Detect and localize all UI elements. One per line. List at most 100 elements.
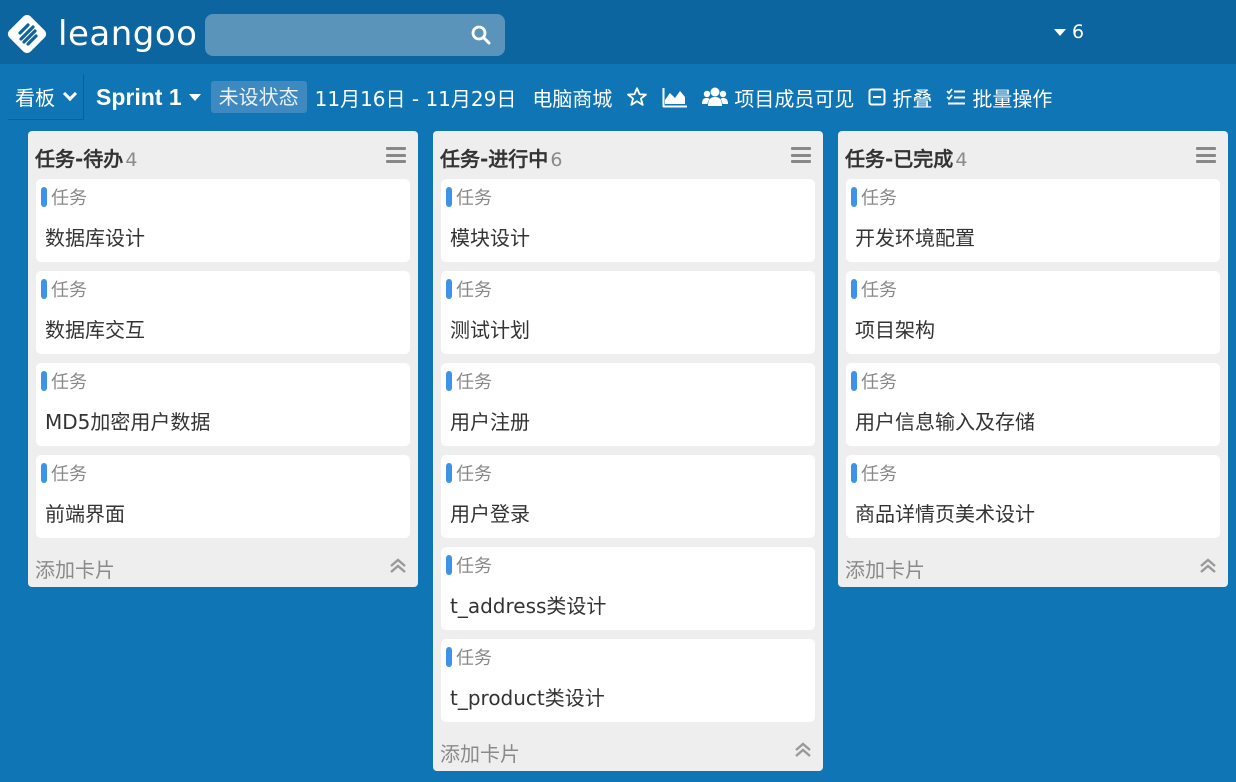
card-title: 用户信息输入及存储 (855, 410, 1035, 434)
list-title[interactable]: 任务-待办 4 (35, 143, 137, 172)
chevron-double-up-icon[interactable] (1198, 556, 1218, 576)
card[interactable]: 任务 用户信息输入及存储 (846, 363, 1220, 446)
list-title-text: 任务-待办 (35, 147, 124, 171)
top-bar: leangoo 6 (0, 0, 1236, 64)
card[interactable]: 任务 数据库设计 (36, 179, 410, 262)
sprint-status-badge[interactable]: 未设状态 (210, 81, 307, 113)
sprint-selector[interactable]: Sprint 1 (96, 84, 201, 111)
sprint-label: Sprint 1 (96, 83, 182, 110)
list-menu-icon[interactable] (386, 147, 406, 163)
checklist-icon (946, 88, 966, 106)
list-menu-icon[interactable] (1196, 147, 1216, 163)
star-icon[interactable] (626, 86, 648, 108)
label-color-bar (851, 371, 857, 391)
card-label: 任务 (41, 368, 87, 394)
list-footer: 添加卡片 (838, 538, 1228, 587)
search-icon[interactable] (471, 25, 491, 45)
card-label: 任务 (41, 184, 87, 210)
search-input[interactable] (205, 14, 505, 56)
card[interactable]: 任务 模块设计 (441, 179, 815, 262)
card[interactable]: 任务 用户注册 (441, 363, 815, 446)
card[interactable]: 任务 项目架构 (846, 271, 1220, 354)
card-title: 用户登录 (450, 502, 530, 526)
card-label-text: 任务 (456, 556, 492, 577)
card-label-text: 任务 (861, 372, 897, 393)
card-label: 任务 (41, 276, 87, 302)
card-label-text: 任务 (456, 188, 492, 209)
logo[interactable]: leangoo (6, 12, 197, 56)
label-color-bar (446, 647, 452, 667)
label-color-bar (446, 279, 452, 299)
notification-count: 6 (1072, 21, 1085, 43)
card-label-text: 任务 (51, 464, 87, 485)
card-label: 任务 (446, 460, 492, 486)
card-label: 任务 (851, 460, 897, 486)
card-label-text: 任务 (456, 280, 492, 301)
label-color-bar (446, 463, 452, 483)
card[interactable]: 任务 t_product类设计 (441, 639, 815, 722)
list-header: 任务-已完成 4 (838, 131, 1228, 179)
label-color-bar (851, 279, 857, 299)
card-label: 任务 (851, 276, 897, 302)
notification-dropdown[interactable]: 6 (1054, 20, 1084, 44)
batch-operations-button[interactable]: 批量操作 (946, 83, 1052, 112)
card[interactable]: 任务 开发环境配置 (846, 179, 1220, 262)
card-label: 任务 (446, 184, 492, 210)
label-color-bar (41, 187, 47, 207)
card-title: 测试计划 (450, 318, 530, 342)
list-header: 任务-待办 4 (28, 131, 418, 179)
card-title: 用户注册 (450, 410, 530, 434)
chevron-double-up-icon[interactable] (793, 740, 813, 760)
chevron-down-icon (62, 86, 78, 102)
label-color-bar (41, 279, 47, 299)
card-label-text: 任务 (861, 280, 897, 301)
list-title-text: 任务-已完成 (845, 147, 954, 171)
card-title: 数据库交互 (45, 318, 145, 342)
card[interactable]: 任务 测试计划 (441, 271, 815, 354)
card-label-text: 任务 (51, 372, 87, 393)
card-title: 商品详情页美术设计 (855, 502, 1035, 526)
label-color-bar (851, 463, 857, 483)
view-selector[interactable]: 看板 (8, 74, 84, 120)
users-icon (702, 86, 729, 108)
label-color-bar (851, 187, 857, 207)
card-label-text: 任务 (456, 648, 492, 669)
caret-down-icon (188, 93, 201, 101)
add-card-button[interactable]: 添加卡片 (845, 554, 925, 583)
list-todo: 任务-待办 4 任务 数据库设计 任务 数据库交互 任务 MD5加密用户数据 任务… (28, 131, 418, 587)
add-card-button[interactable]: 添加卡片 (440, 738, 520, 767)
collapse-button[interactable]: 折叠 (868, 83, 932, 112)
card-label: 任务 (446, 644, 492, 670)
sprint-date-range[interactable]: 11月16日 - 11月29日 (315, 83, 517, 112)
card-title: t_product类设计 (450, 686, 605, 710)
card[interactable]: 任务 前端界面 (36, 455, 410, 538)
list-title[interactable]: 任务-已完成 4 (845, 143, 967, 172)
card-title: 项目架构 (855, 318, 935, 342)
card[interactable]: 任务 MD5加密用户数据 (36, 363, 410, 446)
add-card-button[interactable]: 添加卡片 (35, 554, 115, 583)
project-name[interactable]: 电脑商城 (532, 83, 612, 112)
list-done: 任务-已完成 4 任务 开发环境配置 任务 项目架构 任务 用户信息输入及存储 任… (838, 131, 1228, 587)
caret-down-icon (1054, 28, 1066, 36)
list-menu-icon[interactable] (791, 147, 811, 163)
card[interactable]: 任务 t_address类设计 (441, 547, 815, 630)
card-title: 数据库设计 (45, 226, 145, 250)
visibility-button[interactable]: 项目成员可见 (702, 83, 854, 112)
board-toolbar: 看板 Sprint 1 未设状态 11月16日 - 11月29日 电脑商城 项目… (0, 70, 1236, 124)
collapse-label: 折叠 (892, 86, 933, 111)
logo-text: leangoo (58, 14, 198, 54)
area-chart-icon[interactable] (662, 86, 688, 108)
card-label: 任务 (41, 460, 87, 486)
label-color-bar (446, 555, 452, 575)
label-color-bar (446, 371, 452, 391)
list-title[interactable]: 任务-进行中 6 (440, 143, 562, 172)
chevron-double-up-icon[interactable] (388, 556, 408, 576)
card[interactable]: 任务 数据库交互 (36, 271, 410, 354)
label-color-bar (446, 187, 452, 207)
card[interactable]: 任务 用户登录 (441, 455, 815, 538)
minus-square-icon (868, 88, 886, 106)
card-label-text: 任务 (51, 188, 87, 209)
card-label-text: 任务 (51, 280, 87, 301)
card[interactable]: 任务 商品详情页美术设计 (846, 455, 1220, 538)
card-label: 任务 (446, 368, 492, 394)
